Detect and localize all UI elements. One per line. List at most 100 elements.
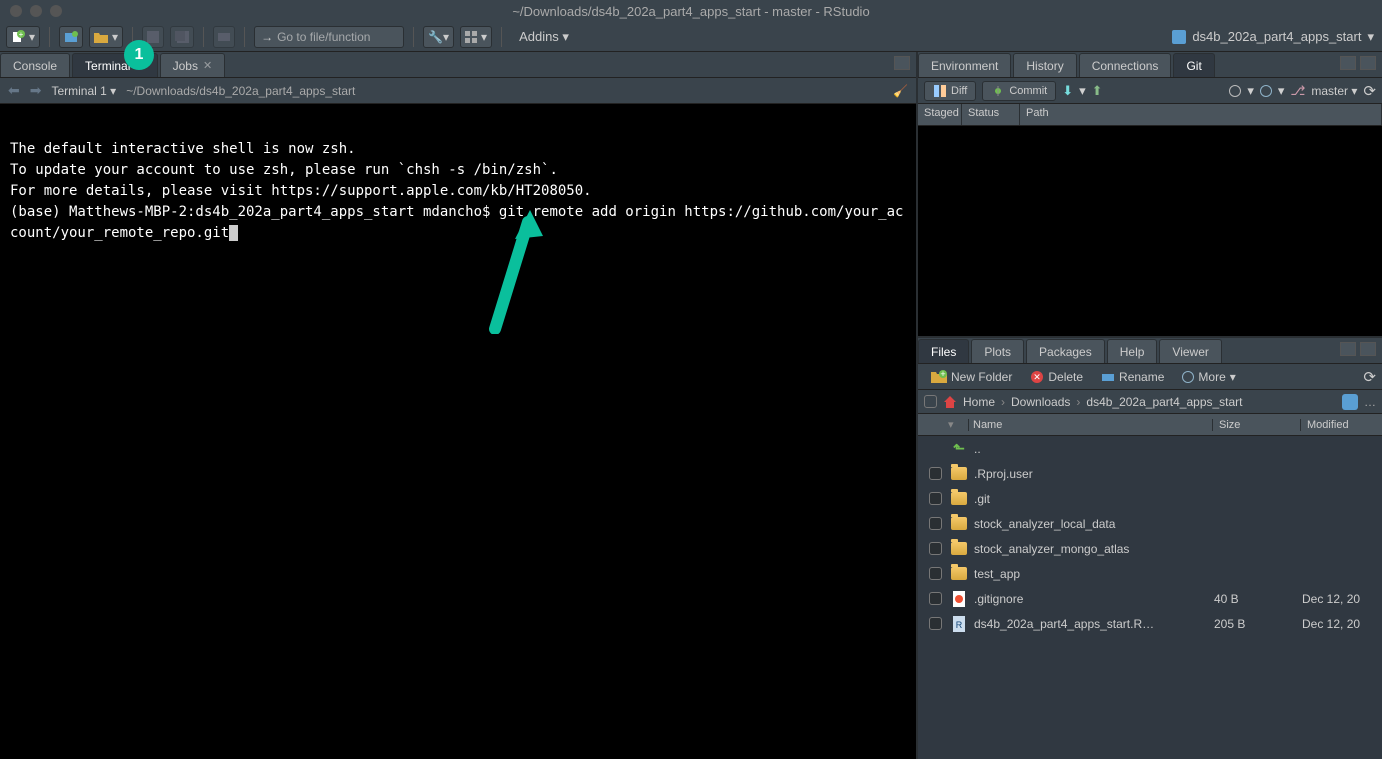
maximize-pane-icon[interactable] — [1360, 56, 1376, 70]
terminal-subbar: ⬅ ➡ Terminal 1 ▾ ~/Downloads/ds4b_202a_p… — [0, 78, 916, 104]
file-checkbox[interactable] — [929, 617, 942, 630]
git-columns-header: Staged Status Path — [918, 104, 1382, 126]
col-status[interactable]: Status — [962, 104, 1020, 125]
minimize-pane-icon[interactable] — [1340, 56, 1356, 70]
tab-help[interactable]: Help — [1107, 339, 1158, 363]
select-all-checkbox[interactable] — [924, 395, 937, 408]
open-file-button[interactable]: ▾ — [89, 26, 123, 48]
folder-icon — [951, 542, 967, 555]
file-name: test_app — [970, 567, 1208, 581]
gear-icon[interactable] — [1260, 85, 1272, 97]
col-modified[interactable]: Modified — [1300, 419, 1382, 431]
tab-connections[interactable]: Connections — [1079, 53, 1172, 77]
minimize-pane-icon[interactable] — [1340, 342, 1356, 356]
maximize-pane-icon[interactable] — [1360, 342, 1376, 356]
titlebar: ~/Downloads/ds4b_202a_part4_apps_start -… — [0, 0, 1382, 22]
tab-files[interactable]: Files — [918, 339, 969, 363]
home-icon[interactable] — [943, 395, 957, 409]
file-row[interactable]: test_app — [918, 561, 1382, 586]
file-checkbox[interactable] — [929, 592, 942, 605]
file-row[interactable]: Rds4b_202a_part4_apps_start.R…205 BDec 1… — [918, 611, 1382, 636]
file-checkbox[interactable] — [929, 492, 942, 505]
rename-button[interactable]: Rename — [1094, 367, 1171, 387]
terminal-selector[interactable]: Terminal 1 ▾ — [51, 84, 116, 98]
file-row[interactable]: .git — [918, 486, 1382, 511]
push-button[interactable]: ⬆ — [1092, 83, 1103, 99]
history-icon[interactable] — [1229, 85, 1241, 97]
file-name: stock_analyzer_local_data — [970, 517, 1208, 531]
file-list[interactable]: ⬑...Rproj.user .git stock_analyzer_local_d… — [918, 436, 1382, 759]
col-name[interactable]: Name — [968, 419, 1212, 431]
file-modified: Dec 12, 20 — [1296, 617, 1378, 631]
folder-icon — [951, 517, 967, 530]
save-all-button[interactable] — [170, 26, 194, 48]
tab-packages[interactable]: Packages — [1026, 339, 1105, 363]
svg-text:+: + — [940, 370, 945, 379]
new-file-button[interactable]: +▾ — [6, 26, 40, 48]
tab-environment[interactable]: Environment — [918, 53, 1011, 77]
breadcrumb-downloads[interactable]: Downloads — [1011, 395, 1070, 409]
rproj-icon — [1172, 30, 1186, 44]
svg-text:+: + — [19, 30, 24, 39]
file-checkbox[interactable] — [929, 567, 942, 580]
close-window-icon[interactable] — [10, 5, 22, 17]
goto-file-input[interactable]: → Go to file/function — [254, 26, 404, 48]
file-row[interactable]: ⬑.. — [918, 436, 1382, 461]
back-icon[interactable]: ⬅ — [8, 82, 20, 99]
file-row[interactable]: stock_analyzer_local_data — [918, 511, 1382, 536]
breadcrumb-project[interactable]: ds4b_202a_part4_apps_start — [1086, 395, 1242, 409]
tools-button[interactable]: 🔧▾ — [423, 26, 454, 48]
refresh-icon[interactable]: ⟳ — [1363, 82, 1376, 100]
tab-jobs[interactable]: Jobs✕ — [160, 53, 226, 77]
file-checkbox[interactable] — [929, 542, 942, 555]
print-button[interactable] — [213, 26, 235, 48]
refresh-icon[interactable]: ⟳ — [1363, 368, 1376, 386]
branch-selector[interactable]: master ▾ — [1311, 84, 1357, 98]
file-checkbox[interactable] — [929, 467, 942, 480]
grid-button[interactable]: ▾ — [460, 26, 492, 48]
file-name: .git — [970, 492, 1208, 506]
clear-terminal-icon[interactable]: 🧹 — [893, 84, 908, 98]
file-size: 205 B — [1208, 617, 1296, 631]
more-path-icon[interactable]: … — [1364, 395, 1376, 409]
git-status-list[interactable] — [918, 126, 1382, 336]
pull-button[interactable]: ⬇ — [1062, 83, 1073, 99]
file-row[interactable]: .Rproj.user — [918, 461, 1382, 486]
folder-icon — [951, 467, 967, 480]
new-folder-button[interactable]: +New Folder — [924, 367, 1019, 387]
col-path[interactable]: Path — [1020, 104, 1382, 125]
project-menu[interactable]: ds4b_202a_part4_apps_start ▾ — [1172, 29, 1374, 45]
diff-button[interactable]: Diff — [924, 81, 976, 101]
zoom-window-icon[interactable] — [50, 5, 62, 17]
tab-plots[interactable]: Plots — [971, 339, 1024, 363]
tab-console[interactable]: Console — [0, 53, 70, 77]
tab-git[interactable]: Git — [1173, 53, 1214, 77]
more-button[interactable]: More ▾ — [1175, 367, 1242, 387]
breadcrumb-home[interactable]: Home — [963, 395, 995, 409]
forward-icon[interactable]: ➡ — [30, 82, 42, 99]
new-project-button[interactable] — [59, 26, 83, 48]
minimize-window-icon[interactable] — [30, 5, 42, 17]
terminal-output[interactable]: The default interactive shell is now zsh… — [0, 104, 916, 759]
tab-history[interactable]: History — [1013, 53, 1076, 77]
new-branch-icon[interactable]: ⎇ — [1290, 83, 1305, 99]
sort-icon[interactable]: ▾ — [948, 418, 968, 431]
close-icon[interactable]: ✕ — [203, 59, 212, 72]
delete-button[interactable]: ✕Delete — [1023, 367, 1090, 387]
file-row[interactable]: .gitignore40 BDec 12, 20 — [918, 586, 1382, 611]
maximize-pane-icon[interactable] — [894, 56, 910, 70]
col-size[interactable]: Size — [1212, 419, 1300, 431]
addins-menu[interactable]: Addins ▾ — [511, 29, 577, 45]
folder-icon — [951, 492, 967, 505]
file-row[interactable]: stock_analyzer_mongo_atlas — [918, 536, 1382, 561]
col-staged[interactable]: Staged — [918, 104, 962, 125]
tab-viewer[interactable]: Viewer — [1159, 339, 1221, 363]
file-name: stock_analyzer_mongo_atlas — [970, 542, 1208, 556]
rproj-icon[interactable] — [1342, 394, 1358, 410]
window-title: ~/Downloads/ds4b_202a_part4_apps_start -… — [512, 4, 869, 19]
file-checkbox[interactable] — [929, 517, 942, 530]
commit-button[interactable]: Commit — [982, 81, 1056, 101]
up-folder-icon: ⬑ — [953, 440, 965, 457]
gear-icon — [1182, 371, 1194, 383]
right-top-tabs: Environment History Connections Git — [918, 52, 1382, 78]
